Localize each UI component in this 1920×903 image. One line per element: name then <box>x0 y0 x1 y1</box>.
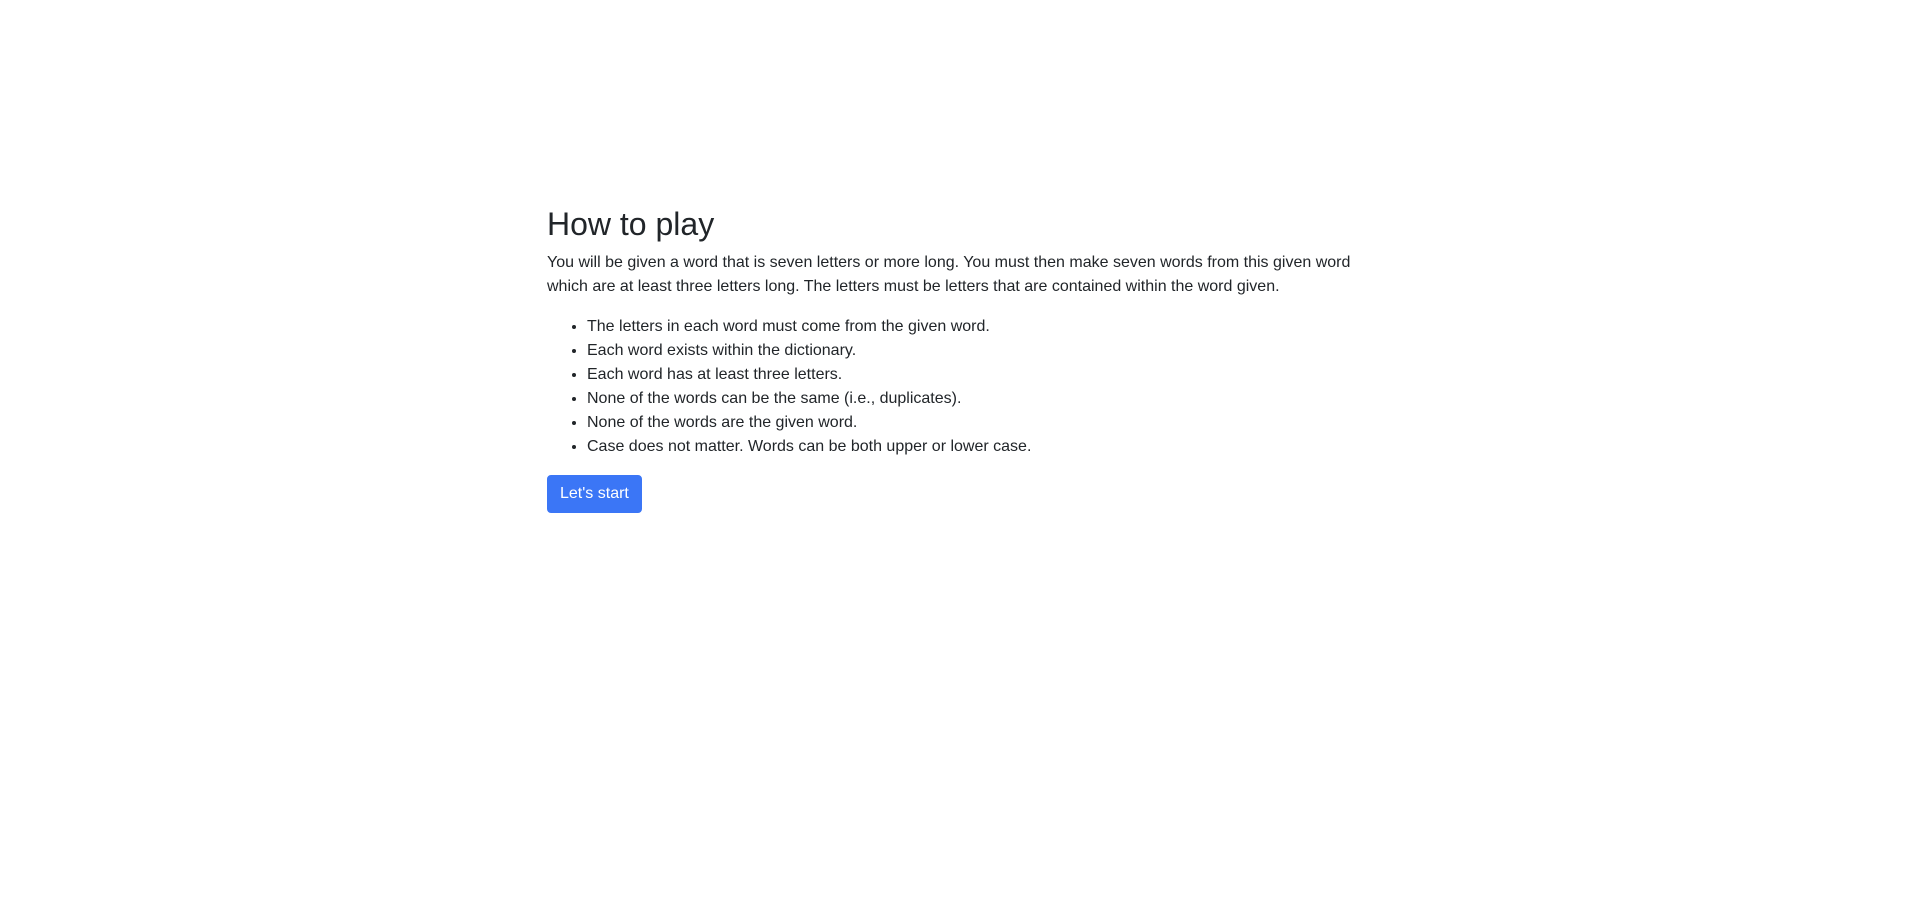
rule-item: None of the words are the given word. <box>587 411 1377 435</box>
intro-paragraph: You will be given a word that is seven l… <box>547 254 1351 296</box>
rule-item: Each word has at least three letters. <box>587 363 1377 387</box>
rule-item: None of the words can be the same (i.e.,… <box>587 387 1377 411</box>
rule-item: The letters in each word must come from … <box>587 315 1377 339</box>
rule-item: Each word exists within the dictionary. <box>587 339 1377 363</box>
page-title: How to play <box>547 206 715 242</box>
start-button[interactable]: Let's start <box>547 475 642 514</box>
rule-item: Case does not matter. Words can be both … <box>587 435 1377 459</box>
how-to-play-panel: How to play You will be given a word tha… <box>547 205 1377 514</box>
rules-list: The letters in each word must come from … <box>547 315 1377 459</box>
